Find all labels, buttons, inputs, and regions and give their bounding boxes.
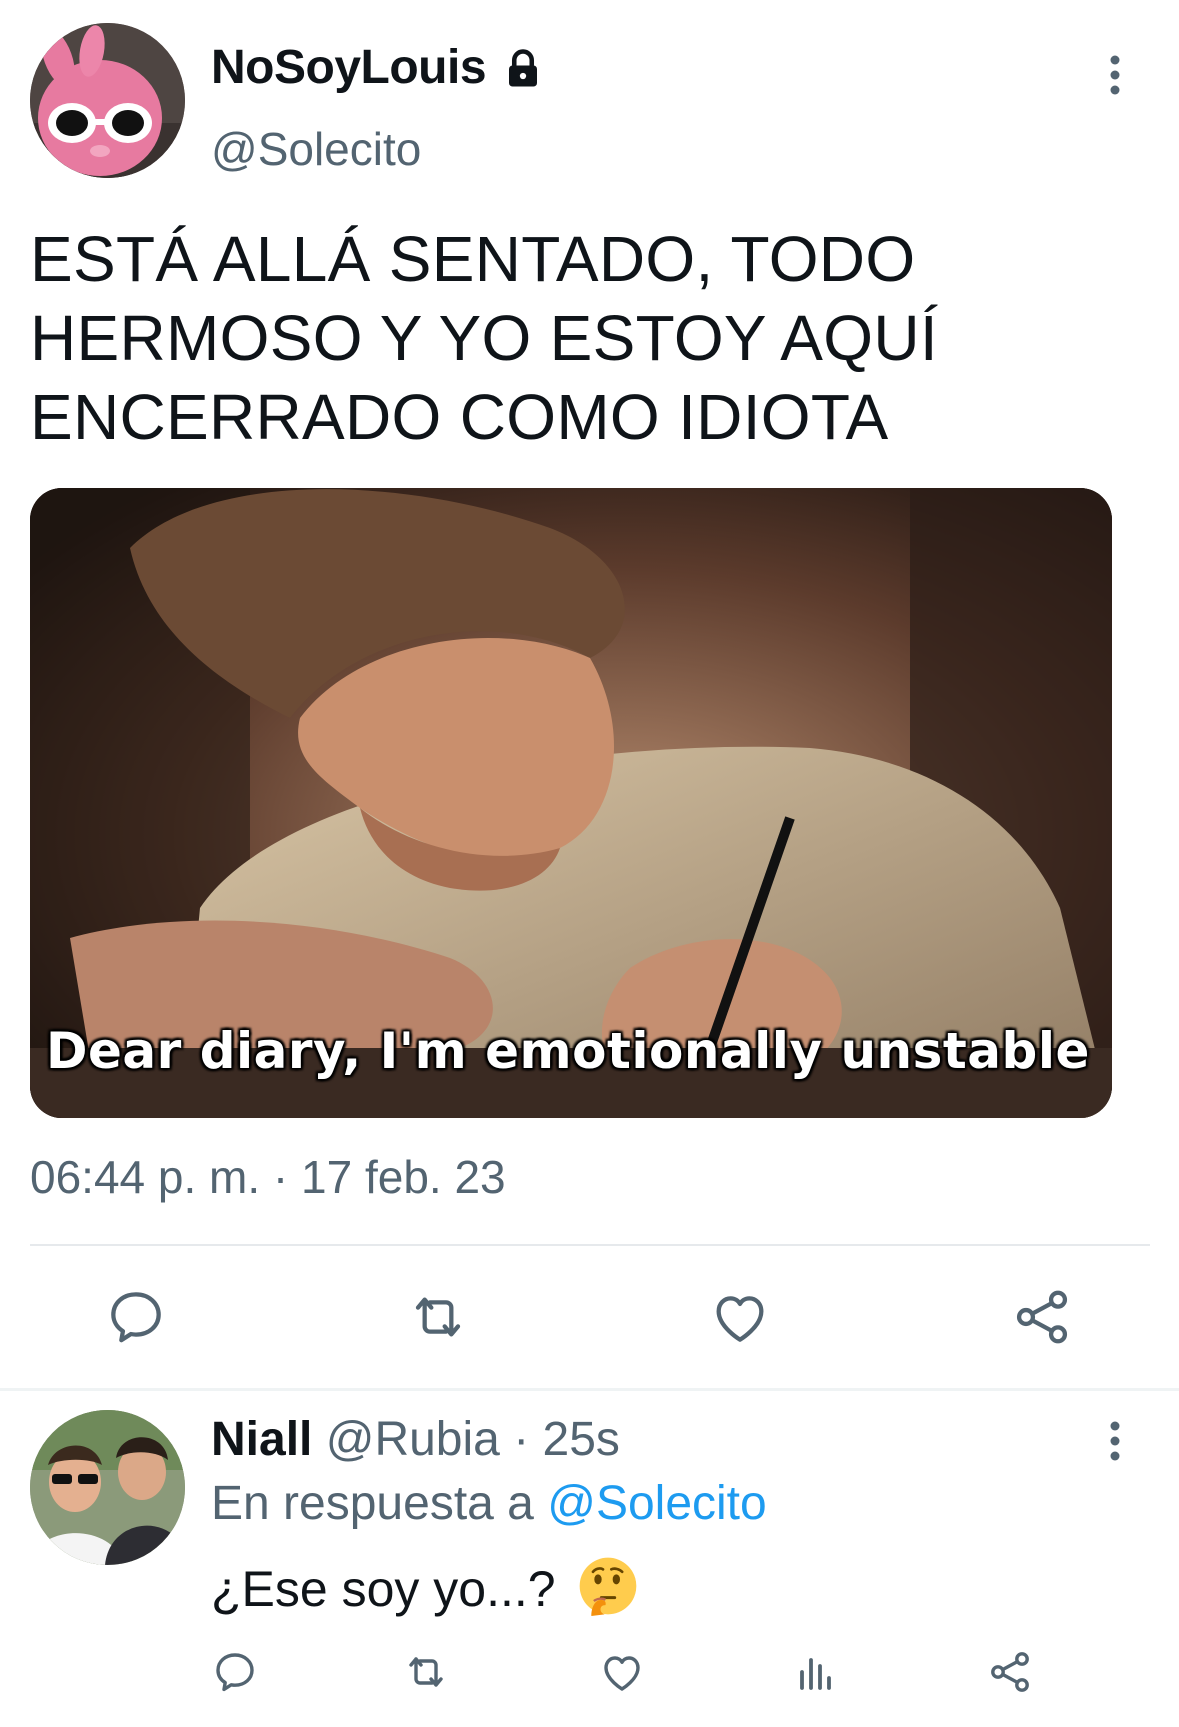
reply-to-label: En respuesta a: [211, 1477, 534, 1530]
reply-time[interactable]: 25s: [543, 1413, 620, 1466]
media-caption: Dear diary, I'm emotionally unstable: [46, 1022, 1090, 1080]
avatar-image: [30, 23, 185, 178]
tweet-text-line: HERMOSO Y YO ESTOY AQUÍ: [30, 302, 938, 374]
reply-context: En respuesta a @Solecito: [211, 1476, 767, 1531]
divider: [0, 1388, 1179, 1391]
reply-icon[interactable]: [211, 1648, 259, 1696]
tweet-text: ESTÁ ALLÁ SENTADO, TODO HERMOSO Y YO EST…: [30, 220, 1030, 457]
avatar[interactable]: [30, 23, 185, 178]
main-tweet: NoSoyLouis @Solecito ESTÁ ALLÁ SENTADO, …: [0, 0, 1179, 1391]
reply-text: ¿Ese soy yo...?: [211, 1561, 556, 1617]
user-handle[interactable]: @Rubia: [326, 1413, 500, 1466]
tweet-text-line: ESTÁ ALLÁ SENTADO, TODO: [30, 223, 916, 295]
thinking-face-emoji: [578, 1556, 638, 1616]
share-icon[interactable]: [986, 1648, 1034, 1696]
display-name[interactable]: NoSoyLouis: [211, 40, 487, 95]
divider: [30, 1244, 1150, 1246]
retweet-icon[interactable]: [402, 1648, 450, 1696]
media-image[interactable]: Dear diary, I'm emotionally unstable: [30, 488, 1112, 1118]
like-icon[interactable]: [598, 1648, 646, 1696]
more-vertical-icon[interactable]: [1100, 1418, 1130, 1464]
retweet-icon[interactable]: [406, 1285, 470, 1349]
avatar-image: [30, 1410, 185, 1565]
share-icon[interactable]: [1010, 1285, 1074, 1349]
reply-text-container: ¿Ese soy yo...?: [211, 1556, 638, 1618]
separator: ·: [513, 1413, 530, 1466]
reply-to-handle-link[interactable]: @Solecito: [547, 1477, 767, 1530]
tweet-timestamp[interactable]: 06:44 p. m. · 17 feb. 23: [30, 1150, 506, 1204]
like-icon[interactable]: [708, 1285, 772, 1349]
tweet-text-line: ENCERRADO COMO IDIOTA: [30, 381, 889, 453]
avatar[interactable]: [30, 1410, 185, 1565]
user-handle[interactable]: @Solecito: [211, 122, 421, 176]
tweet-detail-page: NoSoyLouis @Solecito ESTÁ ALLÁ SENTADO, …: [0, 0, 1179, 1727]
views-icon[interactable]: [792, 1648, 840, 1696]
display-name[interactable]: Niall: [211, 1413, 312, 1466]
reply-icon[interactable]: [104, 1285, 168, 1349]
more-vertical-icon[interactable]: [1100, 52, 1130, 98]
reply-header: Niall @Rubia · 25s: [211, 1412, 620, 1467]
lock-icon: [502, 48, 544, 90]
